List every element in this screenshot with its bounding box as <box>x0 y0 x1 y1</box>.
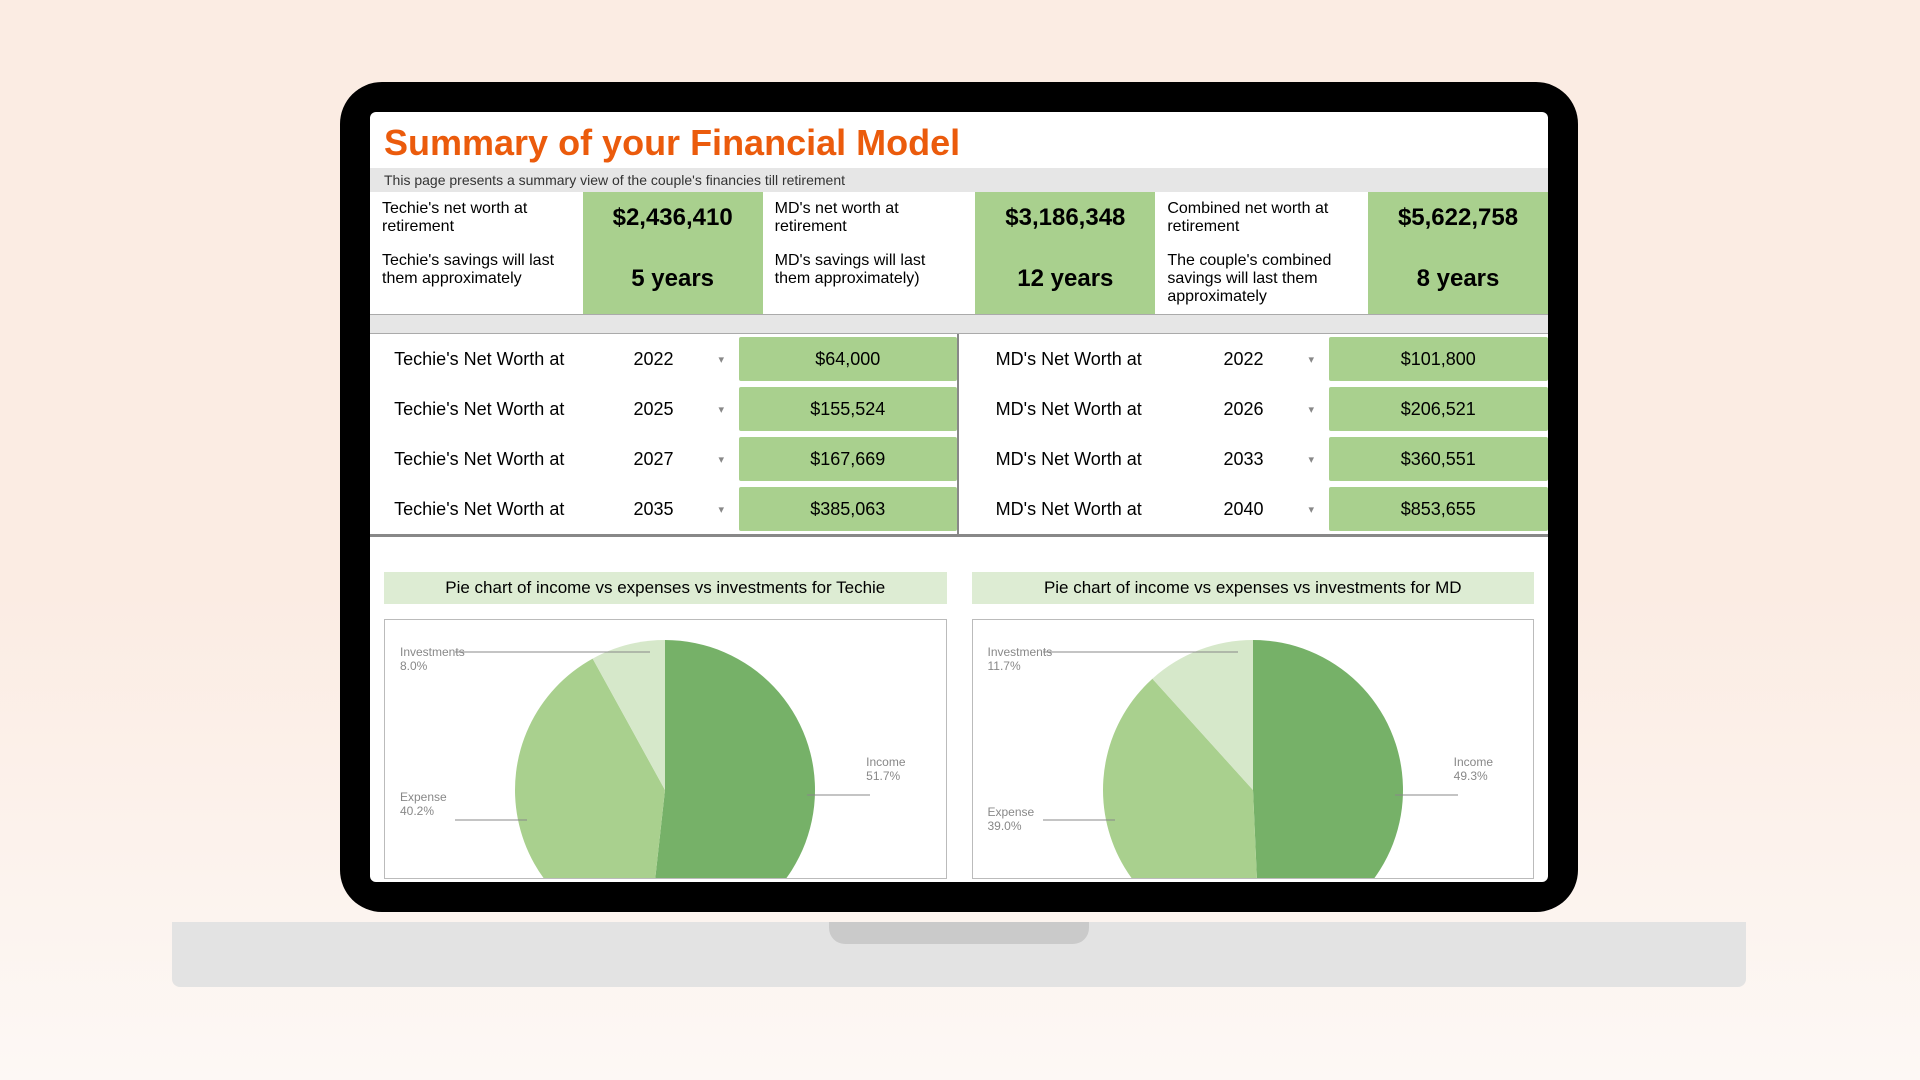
networth-tables: Techie's Net Worth at 2022 ▾ $64,000 Tec… <box>370 334 1548 537</box>
kpi-value: $3,186,348 <box>975 192 1155 244</box>
row-year: 2025 <box>589 399 719 420</box>
dropdown-icon[interactable]: ▾ <box>1309 503 1329 516</box>
dropdown-icon[interactable]: ▾ <box>719 453 739 466</box>
kpi-value: 8 years <box>1368 244 1548 314</box>
pie-chart-techie: Pie chart of income vs expenses vs inves… <box>384 572 947 879</box>
row-year: 2022 <box>589 349 719 370</box>
table-row: Techie's Net Worth at 2027 ▾ $167,669 <box>370 434 957 484</box>
row-value: $101,800 <box>1329 337 1549 381</box>
kpi-label: The couple's combined savings will last … <box>1155 244 1368 314</box>
row-year: 2027 <box>589 449 719 470</box>
laptop-notch <box>829 922 1089 944</box>
table-row: Techie's Net Worth at 2025 ▾ $155,524 <box>370 384 957 434</box>
row-label: MD's Net Worth at <box>959 395 1179 424</box>
kpi-value: $2,436,410 <box>583 192 763 244</box>
row-value: $155,524 <box>739 387 958 431</box>
dropdown-icon[interactable]: ▾ <box>719 353 739 366</box>
callout-expense: Expense 40.2% <box>400 790 447 818</box>
row-label: MD's Net Worth at <box>959 445 1179 474</box>
networth-table-techie: Techie's Net Worth at 2022 ▾ $64,000 Tec… <box>370 334 959 534</box>
pie-charts-section: Pie chart of income vs expenses vs inves… <box>370 572 1548 879</box>
row-label: Techie's Net Worth at <box>370 345 589 374</box>
row-value: $64,000 <box>739 337 958 381</box>
kpi-value: 12 years <box>975 244 1155 314</box>
row-value: $853,655 <box>1329 487 1549 531</box>
table-row: Techie's Net Worth at 2022 ▾ $64,000 <box>370 334 957 384</box>
chart-title: Pie chart of income vs expenses vs inves… <box>972 572 1535 604</box>
laptop-base <box>172 922 1746 987</box>
row-year: 2035 <box>589 499 719 520</box>
chart-card: Investments 8.0% Expense 40.2% Income 51… <box>384 619 947 879</box>
divider <box>370 314 1548 334</box>
row-value: $206,521 <box>1329 387 1549 431</box>
kpi-value: 5 years <box>583 244 763 314</box>
chart-card: Investments 11.7% Expense 39.0% Income 4… <box>972 619 1535 879</box>
row-label: Techie's Net Worth at <box>370 495 589 524</box>
kpi-label: Techie's net worth at retirement <box>370 192 583 244</box>
row-value: $385,063 <box>739 487 958 531</box>
row-label: Techie's Net Worth at <box>370 395 589 424</box>
table-row: Techie's Net Worth at 2035 ▾ $385,063 <box>370 484 957 534</box>
row-label: Techie's Net Worth at <box>370 445 589 474</box>
pie-slice <box>1253 640 1403 879</box>
kpi-label: MD's net worth at retirement <box>763 192 976 244</box>
chart-title: Pie chart of income vs expenses vs inves… <box>384 572 947 604</box>
kpi-grid: Techie's net worth at retirement $2,436,… <box>370 192 1548 314</box>
row-year: 2040 <box>1179 499 1309 520</box>
table-row: MD's Net Worth at 2033 ▾ $360,551 <box>959 434 1548 484</box>
kpi-value: $5,622,758 <box>1368 192 1548 244</box>
row-value: $360,551 <box>1329 437 1549 481</box>
row-year: 2033 <box>1179 449 1309 470</box>
row-year: 2026 <box>1179 399 1309 420</box>
pie-svg <box>385 620 945 879</box>
dropdown-icon[interactable]: ▾ <box>1309 353 1329 366</box>
dropdown-icon[interactable]: ▾ <box>1309 403 1329 416</box>
laptop-screen: Summary of your Financial Model This pag… <box>370 112 1548 882</box>
networth-table-md: MD's Net Worth at 2022 ▾ $101,800 MD's N… <box>959 334 1548 534</box>
pie-slice <box>649 640 815 879</box>
dropdown-icon[interactable]: ▾ <box>719 403 739 416</box>
page-subtitle: This page presents a summary view of the… <box>370 168 1548 192</box>
callout-income: Income 51.7% <box>866 755 905 783</box>
table-row: MD's Net Worth at 2040 ▾ $853,655 <box>959 484 1548 534</box>
row-value: $167,669 <box>739 437 958 481</box>
callout-income: Income 49.3% <box>1454 755 1493 783</box>
pie-chart-md: Pie chart of income vs expenses vs inves… <box>972 572 1535 879</box>
table-row: MD's Net Worth at 2026 ▾ $206,521 <box>959 384 1548 434</box>
laptop-frame: Summary of your Financial Model This pag… <box>340 82 1578 912</box>
kpi-label: Combined net worth at retirement <box>1155 192 1368 244</box>
callout-investments: Investments 8.0% <box>400 645 465 673</box>
table-row: MD's Net Worth at 2022 ▾ $101,800 <box>959 334 1548 384</box>
row-label: MD's Net Worth at <box>959 345 1179 374</box>
kpi-label: MD's savings will last them approximatel… <box>763 244 976 314</box>
row-year: 2022 <box>1179 349 1309 370</box>
dropdown-icon[interactable]: ▾ <box>719 503 739 516</box>
pie-svg <box>973 620 1533 879</box>
callout-expense: Expense 39.0% <box>988 805 1035 833</box>
kpi-label: Techie's savings will last them approxim… <box>370 244 583 314</box>
dropdown-icon[interactable]: ▾ <box>1309 453 1329 466</box>
page-title: Summary of your Financial Model <box>384 122 1548 164</box>
row-label: MD's Net Worth at <box>959 495 1179 524</box>
callout-investments: Investments 11.7% <box>988 645 1053 673</box>
